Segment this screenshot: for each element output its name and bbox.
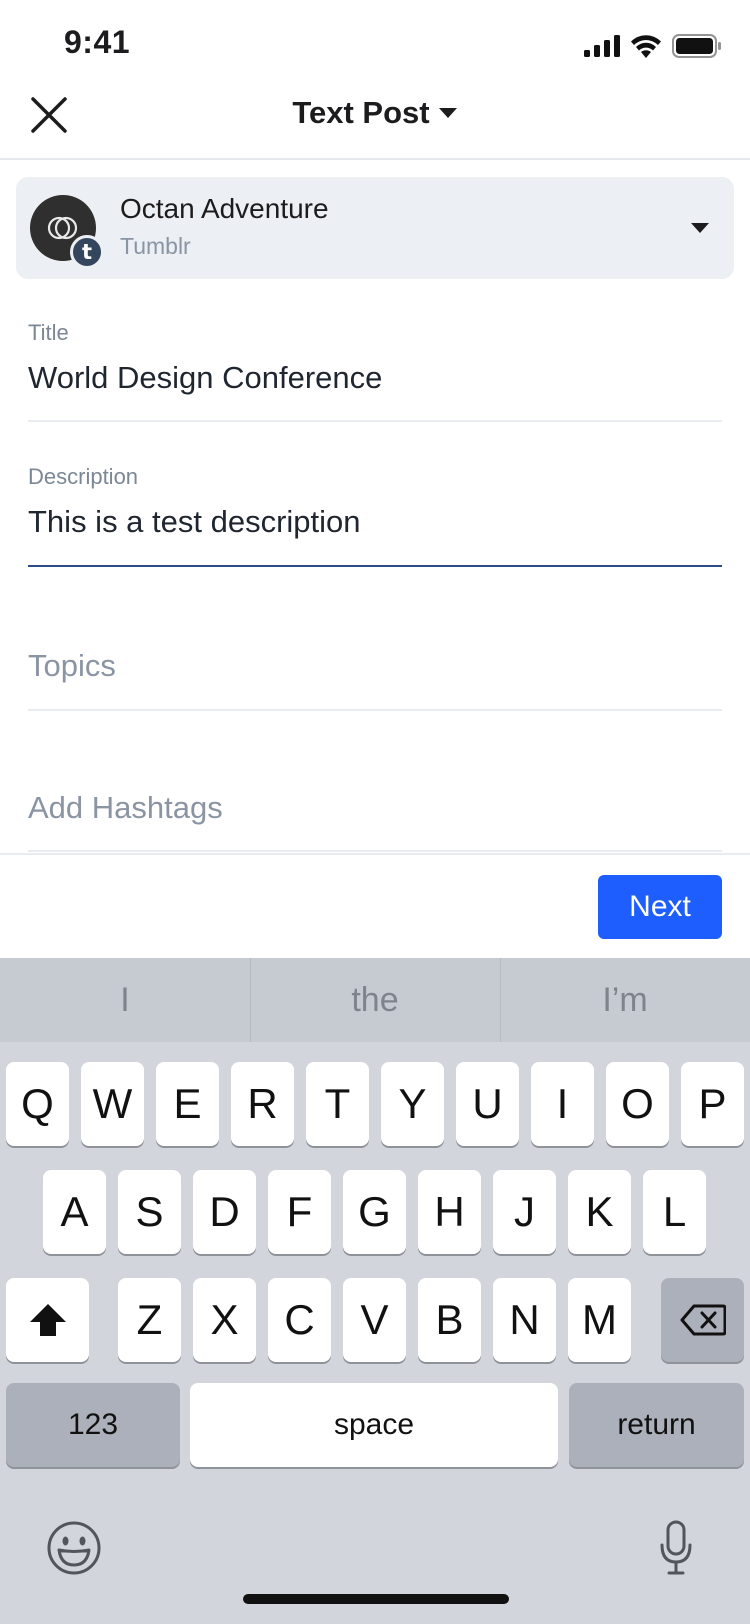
home-indicator <box>243 1594 509 1604</box>
emoji-button[interactable] <box>44 1518 104 1578</box>
action-toolbar: Next <box>0 853 750 958</box>
dictation-button[interactable] <box>656 1516 696 1580</box>
key-u[interactable]: U <box>456 1062 519 1146</box>
account-logo-icon <box>47 216 78 240</box>
key-y[interactable]: Y <box>381 1062 444 1146</box>
key-p[interactable]: P <box>681 1062 744 1146</box>
next-button[interactable]: Next <box>598 875 722 939</box>
hashtags-input[interactable]: Add Hashtags <box>28 790 223 826</box>
key-z[interactable]: Z <box>118 1278 181 1362</box>
title-input[interactable]: World Design Conference <box>28 360 382 396</box>
key-d[interactable]: D <box>193 1170 256 1254</box>
account-name: Octan Adventure <box>120 193 329 224</box>
suggestion-item[interactable]: the <box>250 958 500 1042</box>
key-j[interactable]: J <box>493 1170 556 1254</box>
key-l[interactable]: L <box>643 1170 706 1254</box>
key-o[interactable]: O <box>606 1062 669 1146</box>
emoji-icon <box>47 1521 101 1575</box>
status-bar: 9:41 <box>0 0 750 90</box>
key-s[interactable]: S <box>118 1170 181 1254</box>
header: Text Post <box>0 90 750 160</box>
key-i[interactable]: I <box>531 1062 594 1146</box>
page-title: Text Post <box>292 95 430 130</box>
shift-icon <box>29 1304 66 1336</box>
status-icons <box>584 34 722 58</box>
caret-down-icon <box>438 108 457 118</box>
key-b[interactable]: B <box>418 1278 481 1362</box>
key-w[interactable]: W <box>81 1062 144 1146</box>
keyboard: I the I’m Q W E R T Y U I O P A S D F G … <box>0 958 750 1624</box>
account-selector[interactable]: t Octan Adventure Tumblr <box>16 177 734 279</box>
backspace-key[interactable] <box>661 1278 744 1362</box>
key-k[interactable]: K <box>568 1170 631 1254</box>
hashtags-field[interactable]: Add Hashtags <box>28 748 722 852</box>
key-a[interactable]: A <box>43 1170 106 1254</box>
topics-field[interactable]: Topics <box>28 606 722 711</box>
suggestion-bar: I the I’m <box>0 958 750 1042</box>
suggestion-item[interactable]: I’m <box>500 958 750 1042</box>
key-n[interactable]: N <box>493 1278 556 1362</box>
topics-input[interactable]: Topics <box>28 648 116 684</box>
description-field[interactable]: Description This is a test description <box>28 462 722 567</box>
numbers-key[interactable]: 123 <box>6 1383 180 1467</box>
key-q[interactable]: Q <box>6 1062 69 1146</box>
tumblr-badge-icon: t <box>70 235 104 269</box>
key-t[interactable]: T <box>306 1062 369 1146</box>
wifi-icon <box>631 35 661 58</box>
backspace-icon <box>680 1304 726 1336</box>
key-r[interactable]: R <box>231 1062 294 1146</box>
key-x[interactable]: X <box>193 1278 256 1362</box>
status-time: 9:41 <box>64 24 131 60</box>
battery-icon <box>672 34 721 58</box>
shift-key[interactable] <box>6 1278 89 1362</box>
signal-icon <box>584 35 620 57</box>
space-key[interactable]: space <box>190 1383 558 1467</box>
caret-down-icon <box>690 221 710 239</box>
title-label: Title <box>28 320 69 345</box>
key-f[interactable]: F <box>268 1170 331 1254</box>
key-g[interactable]: G <box>343 1170 406 1254</box>
description-input[interactable]: This is a test description <box>28 504 361 540</box>
title-field[interactable]: Title World Design Conference <box>28 318 722 422</box>
post-type-selector[interactable]: Text Post <box>0 90 750 136</box>
key-c[interactable]: C <box>268 1278 331 1362</box>
key-h[interactable]: H <box>418 1170 481 1254</box>
return-key[interactable]: return <box>569 1383 744 1467</box>
description-label: Description <box>28 464 139 489</box>
key-v[interactable]: V <box>343 1278 406 1362</box>
key-e[interactable]: E <box>156 1062 219 1146</box>
account-network: Tumblr <box>120 233 191 259</box>
microphone-icon <box>660 1520 692 1575</box>
key-m[interactable]: M <box>568 1278 631 1362</box>
suggestion-item[interactable]: I <box>0 958 250 1042</box>
